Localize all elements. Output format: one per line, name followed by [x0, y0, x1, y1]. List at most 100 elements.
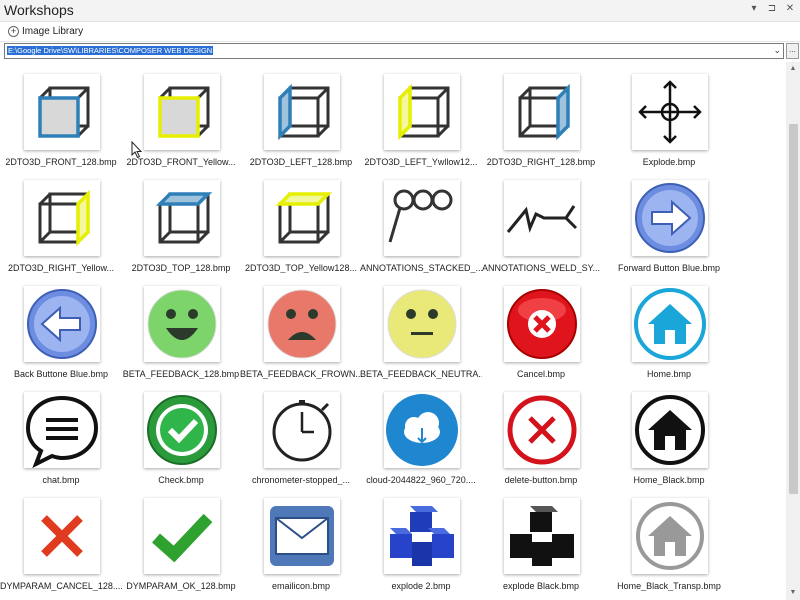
- image-tile[interactable]: 2DTO3D_TOP_128.bmp: [126, 180, 236, 282]
- image-filename: emailicon.bmp: [271, 581, 331, 591]
- back-arrow-icon[interactable]: [24, 286, 100, 362]
- image-tile[interactable]: 2DTO3D_RIGHT_Yellow...: [6, 180, 116, 282]
- cube-left-yellow-icon[interactable]: [384, 74, 460, 150]
- image-filename: Cancel.bmp: [516, 369, 566, 379]
- image-tile[interactable]: chat.bmp: [6, 392, 116, 494]
- image-filename: explode Black.bmp: [502, 581, 580, 591]
- red-x-icon[interactable]: [24, 498, 100, 574]
- cube-top-yellow-icon[interactable]: [264, 180, 340, 256]
- scroll-up-icon[interactable]: ▲: [786, 62, 800, 76]
- frown-face-icon[interactable]: [264, 286, 340, 362]
- image-tile[interactable]: 2DTO3D_RIGHT_128.bmp: [486, 74, 596, 176]
- image-tile[interactable]: 2DTO3D_FRONT_Yellow...: [126, 74, 236, 176]
- image-filename: 2DTO3D_LEFT_Ywllow12...: [364, 157, 478, 167]
- image-tile[interactable]: Forward Button Blue.bmp: [614, 180, 724, 282]
- happy-face-icon[interactable]: [144, 286, 220, 362]
- stacked-balloon-icon[interactable]: [384, 180, 460, 256]
- image-filename: 2DTO3D_RIGHT_128.bmp: [486, 157, 596, 167]
- close-icon[interactable]: ✕: [784, 3, 796, 14]
- home-black-icon[interactable]: [632, 392, 708, 468]
- image-tile[interactable]: BETA_FEEDBACK_FROWN...: [240, 286, 362, 388]
- image-filename: explode 2.bmp: [391, 581, 451, 591]
- title-bar: Workshops ▾ ⊐ ✕: [0, 0, 800, 22]
- neutral-face-icon[interactable]: [384, 286, 460, 362]
- stopwatch-icon[interactable]: [264, 392, 340, 468]
- image-tile[interactable]: 2DTO3D_LEFT_Ywllow12...: [365, 74, 477, 176]
- image-tile[interactable]: 2DTO3D_LEFT_128.bmp: [246, 74, 356, 176]
- image-tile[interactable]: emailicon.bmp: [246, 498, 356, 600]
- image-filename: Home_Black_Transp.bmp: [617, 581, 721, 591]
- delete-x-circle-icon[interactable]: [504, 392, 580, 468]
- image-filename: 2DTO3D_RIGHT_Yellow...: [7, 263, 115, 273]
- cancel-x-icon[interactable]: [504, 286, 580, 362]
- image-tile[interactable]: BETA_FEEDBACK_128.bmp: [123, 286, 239, 388]
- image-tile[interactable]: Home_Black.bmp: [614, 392, 724, 494]
- image-tile[interactable]: DYMPARAM_CANCEL_128....: [0, 498, 122, 600]
- image-tile[interactable]: Home.bmp: [614, 286, 724, 388]
- image-tile[interactable]: explode Black.bmp: [486, 498, 596, 600]
- browse-button[interactable]: ...: [786, 43, 799, 59]
- image-tile[interactable]: Back Buttone Blue.bmp: [6, 286, 116, 388]
- image-filename: Check.bmp: [158, 475, 204, 485]
- explode-blue-cubes-icon[interactable]: [384, 498, 460, 574]
- path-combobox[interactable]: E:\Google Drive\SW\LIBRARIES\COMPOSER WE…: [4, 43, 784, 59]
- image-tile[interactable]: chronometer-stopped_...: [246, 392, 356, 494]
- cube-front-yellow-icon[interactable]: [144, 74, 220, 150]
- image-filename: Forward Button Blue.bmp: [617, 263, 721, 273]
- image-tile[interactable]: 2DTO3D_TOP_Yellow128...: [245, 180, 357, 282]
- cube-right-yellow-icon[interactable]: [24, 180, 100, 256]
- cloud-download-icon[interactable]: [384, 392, 460, 468]
- weld-symbol-icon[interactable]: [504, 180, 580, 256]
- explode-arrows-icon[interactable]: [632, 74, 708, 150]
- panel-label: Image Library: [22, 26, 84, 37]
- image-tile[interactable]: Home_Black_Transp.bmp: [614, 498, 724, 600]
- image-filename: chat.bmp: [42, 475, 80, 485]
- scrollbar-thumb[interactable]: [789, 124, 798, 494]
- chevron-down-icon[interactable]: ⌄: [773, 45, 781, 56]
- image-library-window: Workshops ▾ ⊐ ✕ + Image Library E:\Googl…: [0, 0, 800, 600]
- image-filename: Back Buttone Blue.bmp: [13, 369, 109, 379]
- cube-right-icon[interactable]: [504, 74, 580, 150]
- expand-panel-icon[interactable]: +: [8, 26, 19, 37]
- dropdown-menu-icon[interactable]: ▾: [748, 3, 760, 14]
- image-filename: chronometer-stopped_...: [251, 475, 351, 485]
- image-tile[interactable]: Cancel.bmp: [486, 286, 596, 388]
- forward-arrow-icon[interactable]: [632, 180, 708, 256]
- image-filename: Home.bmp: [646, 369, 691, 379]
- image-filename: 2DTO3D_FRONT_128.bmp: [5, 157, 117, 167]
- check-circle-icon[interactable]: [144, 392, 220, 468]
- cube-left-icon[interactable]: [264, 74, 340, 150]
- cube-top-icon[interactable]: [144, 180, 220, 256]
- image-tile[interactable]: DYMPARAM_OK_128.bmp: [126, 498, 236, 600]
- path-input[interactable]: E:\Google Drive\SW\LIBRARIES\COMPOSER WE…: [7, 46, 214, 55]
- chat-bubble-icon[interactable]: [24, 392, 100, 468]
- image-filename: DYMPARAM_OK_128.bmp: [126, 581, 236, 591]
- image-tile[interactable]: Explode.bmp: [614, 74, 724, 176]
- image-tile[interactable]: Check.bmp: [126, 392, 236, 494]
- auto-hide-pin-icon[interactable]: ⊐: [766, 3, 778, 14]
- image-tile[interactable]: explode 2.bmp: [366, 498, 476, 600]
- envelope-icon[interactable]: [264, 498, 340, 574]
- image-tile[interactable]: delete-button.bmp: [486, 392, 596, 494]
- title-bar-buttons: ▾ ⊐ ✕: [748, 3, 796, 14]
- image-tile[interactable]: cloud-2044822_960_720....: [366, 392, 476, 494]
- cube-front-icon[interactable]: [24, 74, 100, 150]
- image-filename: BETA_FEEDBACK_NEUTRA...: [360, 369, 482, 379]
- vertical-scrollbar[interactable]: ▲ ▼: [786, 62, 800, 600]
- image-filename: 2DTO3D_LEFT_128.bmp: [249, 157, 353, 167]
- window-title: Workshops: [4, 2, 74, 18]
- image-tile[interactable]: 2DTO3D_FRONT_128.bmp: [5, 74, 117, 176]
- image-filename: ANNOTATIONS_STACKED_...: [360, 263, 482, 273]
- explode-black-cubes-icon[interactable]: [504, 498, 580, 574]
- image-filename: BETA_FEEDBACK_128.bmp: [122, 369, 240, 379]
- scroll-down-icon[interactable]: ▼: [786, 586, 800, 600]
- image-filename: 2DTO3D_TOP_128.bmp: [131, 263, 231, 273]
- image-filename: 2DTO3D_TOP_Yellow128...: [245, 263, 357, 273]
- image-tile[interactable]: ANNOTATIONS_STACKED_...: [360, 180, 482, 282]
- green-check-icon[interactable]: [144, 498, 220, 574]
- home-gray-icon[interactable]: [632, 498, 708, 574]
- image-tile[interactable]: ANNOTATIONS_WELD_SY...: [482, 180, 600, 282]
- home-blue-icon[interactable]: [632, 286, 708, 362]
- image-tile[interactable]: BETA_FEEDBACK_NEUTRA...: [360, 286, 482, 388]
- image-grid[interactable]: 2DTO3D_FRONT_128.bmp 2DTO3D_FRONT_Yellow.…: [0, 62, 786, 600]
